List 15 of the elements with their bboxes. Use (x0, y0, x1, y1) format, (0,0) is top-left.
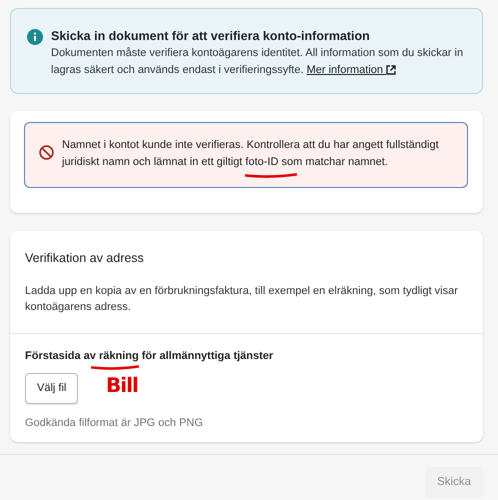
card-title: Verifikation av adress (25, 250, 145, 267)
info-icon (27, 29, 43, 45)
external-link-icon (386, 65, 396, 76)
more-info-link[interactable]: Mer information (306, 64, 396, 76)
choose-file-button[interactable]: Välj fil (25, 373, 78, 404)
annotation-underline (91, 365, 139, 371)
annotation-underline (245, 173, 297, 179)
card-description: Ladda upp en kopia av en förbrukningsfaktura, till exempel en elräkning, som tydligt visar kontoägarens adress. (25, 284, 459, 315)
banner-text: Dokumenten måste verifiera kontoägarens identitet. All information som du skickar in lagras säkert och används endast i verifieringssyfte. Mer information (51, 46, 464, 78)
field-label: Förstasida av räkning för allmännyttiga tjänster (25, 349, 274, 363)
handwritten-note: Bill (106, 375, 138, 395)
format-hint: Godkända filformat är JPG och PNG (25, 416, 204, 430)
banner-title: Skicka in dokument för att verifiera konto-information (51, 28, 371, 45)
prohibited-icon (39, 145, 54, 160)
error-message: Namnet i kontot kunde inte verifieras. Kontrollera att du har angett fullständigt juridiskt namn och lämnat in ett giltigt foto-ID som matchar namnet. (62, 138, 440, 170)
